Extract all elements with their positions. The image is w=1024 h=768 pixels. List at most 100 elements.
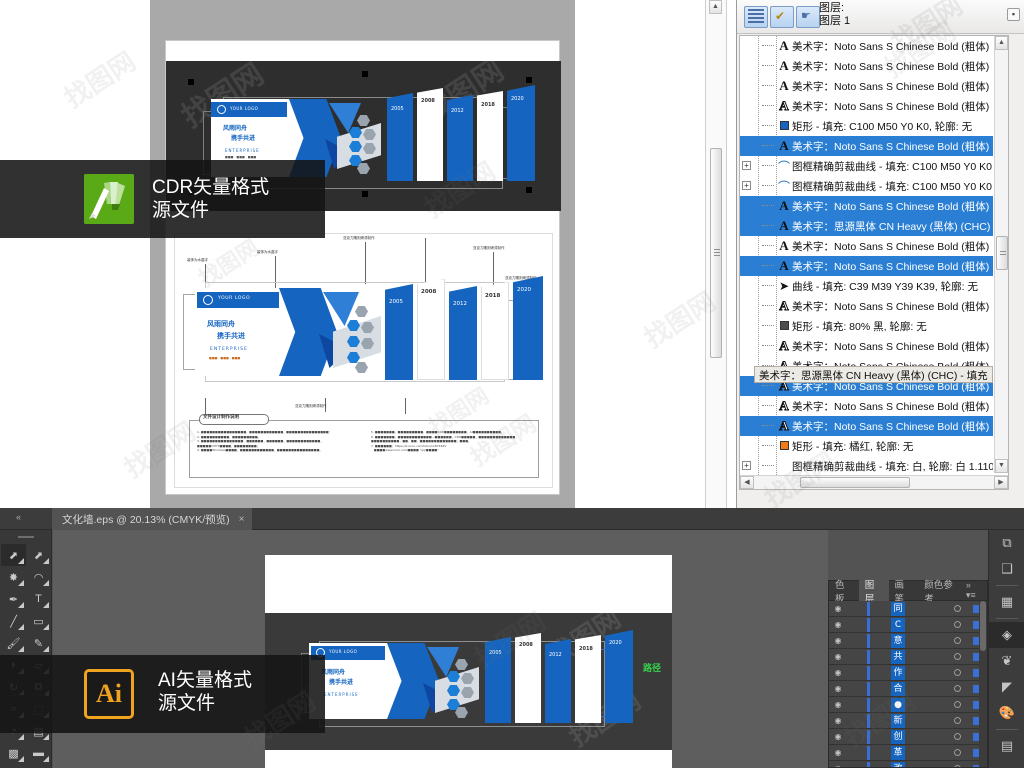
panel-collapse-icon[interactable]: « (16, 512, 21, 522)
layer-row[interactable]: ◉ 同 (829, 601, 987, 617)
coreldraw-page-scrollbar[interactable]: ▲ (705, 0, 727, 508)
target-circle-icon[interactable] (954, 653, 961, 660)
visibility-eye-icon[interactable]: ◉ (829, 668, 847, 677)
color-panel-icon[interactable]: 🎨 (989, 700, 1024, 726)
tool-flyout-indicator[interactable] (18, 646, 24, 652)
layers-list[interactable]: ◉同◉C◉意◉共◉作◉合◉●◉新◉创◉革◉改◉▲ (829, 601, 987, 767)
layer-row[interactable]: ◉ 合 (829, 681, 987, 697)
panel-tab-strip[interactable]: 色板 图层 画笔 颜色参考» ▾≡ (829, 573, 987, 608)
pen-tool[interactable]: ✒ (1, 588, 26, 610)
tree-expander-icon[interactable]: + (742, 181, 751, 190)
object-tree[interactable]: A 美术字：Noto Sans S Chinese Bold (粗体) A 美术字：N… (739, 35, 1009, 490)
object-tree-row[interactable]: ➤ 曲线 - 填充: C39 M39 Y39 K39, 轮廓: 无 (740, 276, 993, 296)
artboards-panel-icon[interactable]: ▦ (989, 589, 1024, 615)
object-tree-row[interactable]: A美术字：Noto Sans S Chinese Bold (粗体) (740, 196, 993, 216)
align-panel-icon[interactable]: ≡ (989, 759, 1024, 768)
layer-row[interactable]: ◉ 创 (829, 729, 987, 745)
tree-expander-icon[interactable]: + (742, 161, 751, 170)
object-tree-row[interactable]: A美术字：Noto Sans S Chinese Bold (粗体) (740, 236, 993, 256)
layer-manager-view-button[interactable]: ☛ (796, 6, 820, 28)
coreldraw-page[interactable]: 找图网 找图网 YOUR LOGO 风雨同舟 携手共进 ENTERPRISE ■… (165, 40, 561, 495)
target-circle-icon[interactable] (954, 637, 961, 644)
object-tree-vscrollbar[interactable]: ▲ ▼ (994, 36, 1008, 473)
object-tree-row[interactable]: + 图框精确剪裁曲线 - 填充: 白, 轮廓: 白 1.110 (740, 456, 993, 476)
tool-flyout-indicator[interactable] (18, 624, 24, 630)
mesh-tool[interactable]: ▩ (1, 742, 26, 764)
symbols-panel-icon[interactable]: ❦ (989, 648, 1024, 674)
object-tree-hscrollbar[interactable]: ◀ ▶ (740, 475, 1008, 489)
layer-row[interactable]: ◉ 共 (829, 649, 987, 665)
line-segment-tool[interactable]: ╱ (1, 610, 26, 632)
blend-tool[interactable]: ◎ (26, 764, 51, 768)
target-circle-icon[interactable] (954, 733, 961, 740)
object-tree-row[interactable]: A美术字：Noto Sans S Chinese Bold (粗体) (740, 136, 993, 156)
object-tree-row[interactable]: A美术字：Noto Sans S Chinese Bold (粗体) (740, 296, 993, 316)
tool-flyout-indicator[interactable] (18, 558, 24, 564)
direct-selection-tool[interactable]: ⬈ (26, 544, 51, 566)
tool-flyout-indicator[interactable] (18, 580, 24, 586)
tool-flyout-indicator[interactable] (18, 756, 24, 762)
object-tree-row[interactable]: A 美术字：思源黑体 CN Heavy (黑体) (CHC) - (740, 216, 993, 236)
target-circle-icon[interactable] (954, 605, 961, 612)
object-tree-row[interactable]: A美术字：Noto Sans S Chinese Bold (粗体) (740, 76, 993, 96)
visibility-eye-icon[interactable]: ◉ (829, 636, 847, 645)
object-tree-row[interactable]: A美术字：Noto Sans S Chinese Bold (粗体) (740, 416, 993, 436)
edit-across-layers-button[interactable]: ✔ (770, 6, 794, 28)
target-circle-icon[interactable] (954, 749, 961, 756)
lasso-tool[interactable]: ◠ (26, 566, 51, 588)
show-object-properties-button[interactable] (744, 6, 768, 28)
document-tab[interactable]: 文化墙.eps @ 20.13% (CMYK/预览) × (52, 508, 253, 530)
gradient-panel-icon[interactable]: ◤ (989, 674, 1024, 700)
swatches-panel-icon[interactable]: ▤ (989, 733, 1024, 759)
visibility-eye-icon[interactable]: ◉ (829, 764, 847, 767)
tool-flyout-indicator[interactable] (43, 580, 49, 586)
type-tool[interactable]: T (26, 588, 51, 610)
target-circle-icon[interactable] (954, 621, 961, 628)
illustrator-artboard[interactable]: 找图网 找图网 找图网 YOUR LOGO 风雨同舟 携手共进 ENTERPRI… (265, 555, 672, 768)
visibility-eye-icon[interactable]: ◉ (829, 716, 847, 725)
visibility-eye-icon[interactable]: ◉ (829, 652, 847, 661)
target-circle-icon[interactable] (954, 669, 961, 676)
object-tree-row[interactable]: A美术字：Noto Sans S Chinese Bold (粗体) (740, 256, 993, 276)
artwork-preview-dark-ai[interactable]: 找图网 找图网 找图网 YOUR LOGO 风雨同舟 携手共进 ENTERPRI… (265, 604, 672, 753)
artwork-spec-sheet[interactable]: 找图网 找图网 装饰为水晶字 装饰为水晶字 亚克力雕刻烤漆制作 亚克力雕刻烤漆制… (174, 233, 553, 488)
layer-row[interactable]: ◉ ● (829, 697, 987, 713)
selection-tool[interactable]: ⬈ (1, 544, 26, 566)
tool-flyout-indicator[interactable] (43, 734, 49, 740)
object-tree-row[interactable]: A美术字：Noto Sans S Chinese Bold (粗体) (740, 396, 993, 416)
paintbrush-tool[interactable]: 🖌 (1, 632, 26, 654)
visibility-eye-icon[interactable]: ◉ (829, 684, 847, 693)
object-manager-docker[interactable]: ✔ ☛ 图层: 图层 1 ▪ A 美术字：Noto Sans S Chinese … (736, 0, 1024, 508)
object-tree-row[interactable]: A美术字：Noto Sans S Chinese Bold (粗体) (740, 56, 993, 76)
tool-flyout-indicator[interactable] (43, 756, 49, 762)
visibility-eye-icon[interactable]: ◉ (829, 620, 847, 629)
tool-flyout-indicator[interactable] (43, 646, 49, 652)
tool-flyout-indicator[interactable] (43, 624, 49, 630)
object-tree-row[interactable]: 矩形 - 填充: 80% 黑, 轮廓: 无 (740, 316, 993, 336)
tool-flyout-indicator[interactable] (18, 602, 24, 608)
layer-row[interactable]: ◉ 意 (829, 633, 987, 649)
docker-options-menu-button[interactable]: ▪ (1007, 8, 1020, 21)
layers-panel-group[interactable]: 色板图层画笔颜色参考» ▾≡ ◉同◉C◉意◉共◉作◉合◉●◉新◉创◉革◉改◉▲ (828, 573, 988, 768)
eyedropper-tool[interactable]: ⚲ (1, 764, 26, 768)
pathfinder-panel-icon[interactable]: ❑ (989, 556, 1024, 582)
visibility-eye-icon[interactable]: ◉ (829, 700, 847, 709)
magic-wand-tool[interactable]: ✸ (1, 566, 26, 588)
object-tree-row[interactable]: 矩形 - 填充: 橘红, 轮廓: 无 (740, 436, 993, 456)
visibility-eye-icon[interactable]: ◉ (829, 604, 847, 613)
tool-flyout-indicator[interactable] (18, 734, 24, 740)
object-tree-row[interactable]: A美术字：Noto Sans S Chinese Bold (粗体) (740, 36, 993, 56)
target-circle-icon[interactable] (954, 701, 961, 708)
target-circle-icon[interactable] (954, 765, 961, 767)
tool-flyout-indicator[interactable] (43, 602, 49, 608)
layer-row[interactable]: ◉ 作 (829, 665, 987, 681)
pencil-tool[interactable]: ✎ (26, 632, 51, 654)
tools-panel-grip[interactable] (18, 536, 34, 538)
object-tree-row[interactable]: + ⌒ 图框精确剪裁曲线 - 填充: C100 M50 Y0 K0, 轮 (740, 156, 993, 176)
object-tree-row[interactable]: A美术字：Noto Sans S Chinese Bold (粗体) (740, 96, 993, 116)
layer-row[interactable]: ◉ C (829, 617, 987, 633)
object-tree-row[interactable]: + ⌒ 图框精确剪裁曲线 - 填充: C100 M50 Y0 K0, 轮 (740, 176, 993, 196)
rectangle-tool[interactable]: ▭ (26, 610, 51, 632)
layers-panel-icon[interactable]: ◈ (989, 622, 1024, 648)
tree-expander-icon[interactable]: + (742, 461, 751, 470)
